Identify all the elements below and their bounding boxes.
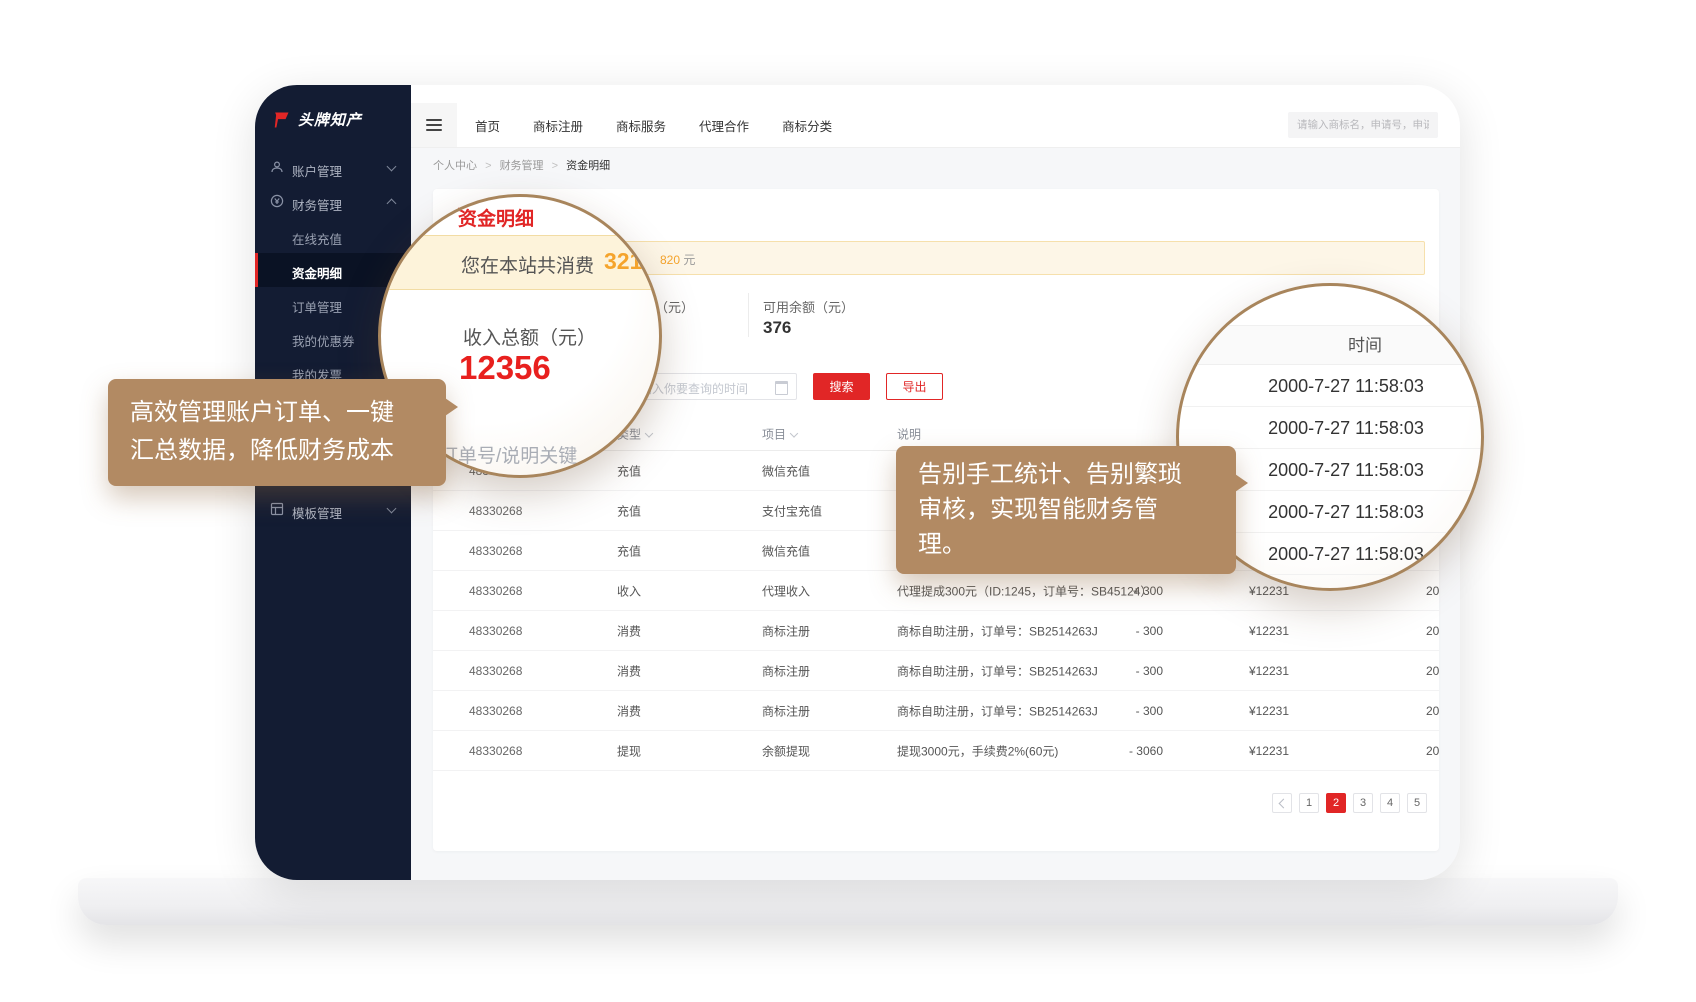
template-icon xyxy=(270,502,284,519)
chevron-down-icon xyxy=(387,504,397,514)
col-project[interactable]: 项目 xyxy=(762,425,797,442)
table-row: 48330268 消费 商标注册 商标自助注册，订单号：SB2514263J -… xyxy=(433,651,1439,691)
logo[interactable]: 头牌知产 xyxy=(271,109,362,130)
calendar-icon xyxy=(775,381,788,395)
laptop-mockup: 头牌知产 账户管理 财务管理 xyxy=(0,0,1696,1002)
magnified-consumption-amount: 32124 xyxy=(604,248,662,275)
time-column-header: 时间 xyxy=(1179,325,1481,365)
nav-item-trademark-service[interactable]: 商标服务 xyxy=(616,116,666,135)
export-button[interactable]: 导出 xyxy=(886,373,943,400)
prev-page-button[interactable] xyxy=(1272,793,1292,813)
breadcrumb: 个人中心 > 财务管理 > 资金明细 xyxy=(433,157,610,173)
finance-icon xyxy=(270,194,284,211)
income-total-value: 12356 xyxy=(459,349,551,387)
laptop-base xyxy=(78,878,1618,925)
menu-icon[interactable] xyxy=(411,103,457,147)
breadcrumb-separator: > xyxy=(485,160,491,172)
page-button-1[interactable]: 1 xyxy=(1299,793,1319,813)
chevron-left-icon xyxy=(1278,798,1288,808)
page-button-4[interactable]: 4 xyxy=(1380,793,1400,813)
time-cell: 2000-7-27 11:58:03 xyxy=(1179,365,1481,407)
consumption-amount-tail: 820 元 xyxy=(660,251,695,268)
search-button[interactable]: 搜索 xyxy=(813,373,870,400)
table-row: 48330268 消费 商标注册 商标自助注册，订单号：SB2514263J -… xyxy=(433,611,1439,651)
callout-right: 告别手工统计、告别繁琐 审核，实现智能财务管 理。 xyxy=(896,446,1236,574)
breadcrumb-current: 资金明细 xyxy=(566,160,610,172)
logo-flag-icon xyxy=(271,110,291,130)
page-button-5[interactable]: 5 xyxy=(1407,793,1427,813)
page-button-3[interactable]: 3 xyxy=(1353,793,1373,813)
col-desc: 说明 xyxy=(897,425,1197,442)
expense-total-label: （元） xyxy=(655,297,694,316)
callout-left: 高效管理账户订单、一键 汇总数据，降低财务成本 xyxy=(108,379,446,486)
page-button-2-active[interactable]: 2 xyxy=(1326,793,1346,813)
stats-divider xyxy=(748,293,749,337)
magnified-order-col-header: 订单号/说明关键 xyxy=(439,441,577,468)
nav-item-trademark-register[interactable]: 商标注册 xyxy=(533,116,583,135)
available-balance-value: 376 xyxy=(763,318,791,338)
date-placeholder: 输入你要查询的时间 xyxy=(640,380,748,397)
breadcrumb-finance[interactable]: 财务管理 xyxy=(500,160,544,172)
sort-caret-icon xyxy=(645,429,653,437)
topbar: 首页 商标注册 商标服务 代理合作 商标分类 xyxy=(411,103,1460,148)
time-cell: 2000-7-27 11:58:03 xyxy=(1179,407,1481,449)
top-nav: 首页 商标注册 商标服务 代理合作 商标分类 xyxy=(475,103,832,147)
chevron-up-icon xyxy=(387,199,397,209)
sidebar-item-finance[interactable]: 财务管理 xyxy=(255,185,411,219)
nav-item-home[interactable]: 首页 xyxy=(475,116,500,135)
active-indicator xyxy=(255,253,258,287)
magnified-consumption-banner: 您在本站共消费 32124 xyxy=(378,235,662,290)
breadcrumb-separator: > xyxy=(552,160,558,172)
user-icon xyxy=(270,160,284,177)
table-row: 48330268 提现 余额提现 提现3000元，手续费2%(60元) - 30… xyxy=(433,731,1439,771)
trademark-search-input[interactable] xyxy=(1288,112,1438,138)
chevron-down-icon xyxy=(387,162,397,172)
nav-item-agent-coop[interactable]: 代理合作 xyxy=(699,116,749,135)
nav-item-trademark-category[interactable]: 商标分类 xyxy=(782,116,832,135)
table-row: 48330268 消费 商标注册 商标自助注册，订单号：SB2514263J -… xyxy=(433,691,1439,731)
breadcrumb-personal-center[interactable]: 个人中心 xyxy=(433,160,477,172)
available-balance-label: 可用余额（元） xyxy=(763,297,854,316)
sidebar-item-template[interactable]: 模板管理 xyxy=(255,493,411,527)
pagination: 1 2 3 4 5 xyxy=(433,793,1427,813)
sort-caret-icon xyxy=(790,429,798,437)
magnified-tab-label: 资金明细 xyxy=(458,204,534,231)
sidebar-item-account[interactable]: 账户管理 xyxy=(255,151,411,185)
logo-title: 头牌知产 xyxy=(298,109,362,130)
income-total-label: 收入总额（元） xyxy=(463,323,596,350)
